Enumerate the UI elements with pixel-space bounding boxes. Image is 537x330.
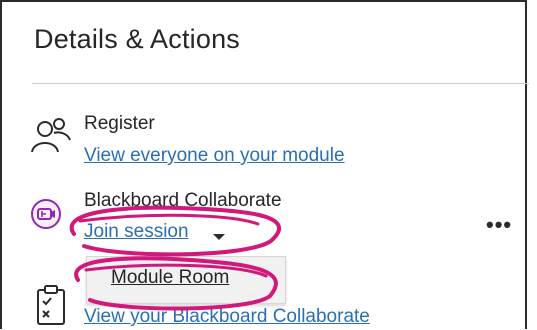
- users-icon: [30, 116, 74, 165]
- join-session-dropdown: Module Room: [86, 256, 286, 304]
- more-options-button[interactable]: •••: [486, 212, 512, 238]
- divider: [32, 83, 529, 84]
- clipboard-icon: [35, 285, 69, 330]
- panel-title: Details & Actions: [34, 24, 240, 54]
- join-session-link[interactable]: Join session: [84, 221, 189, 243]
- chevron-down-icon[interactable]: [213, 234, 225, 240]
- register-title: Register: [84, 113, 155, 134]
- view-collaborate-link[interactable]: View your Blackboard Collaborate: [84, 306, 370, 328]
- view-everyone-link[interactable]: View everyone on your module: [84, 145, 345, 167]
- video-conference-icon: [30, 198, 62, 235]
- module-room-option[interactable]: Module Room: [111, 267, 229, 289]
- collaborate-title: Blackboard Collaborate: [84, 190, 282, 211]
- details-actions-panel: Details & Actions Register View everyone…: [0, 0, 529, 330]
